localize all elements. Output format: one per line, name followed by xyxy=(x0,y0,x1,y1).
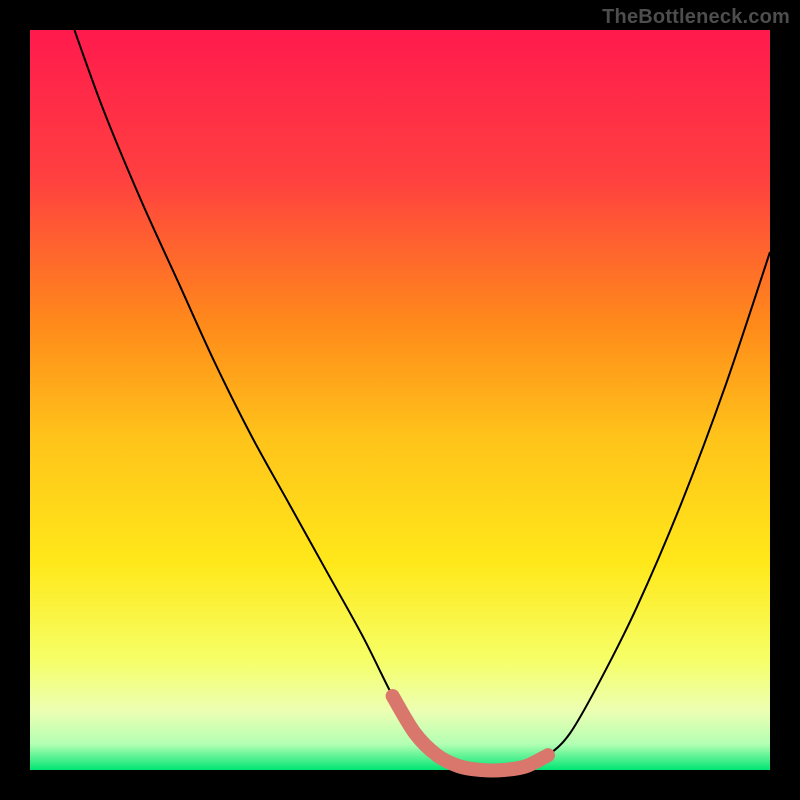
chart-frame: TheBottleneck.com xyxy=(0,0,800,800)
gradient-background xyxy=(30,30,770,770)
watermark-text: TheBottleneck.com xyxy=(602,6,790,29)
bottleneck-chart xyxy=(0,0,800,800)
